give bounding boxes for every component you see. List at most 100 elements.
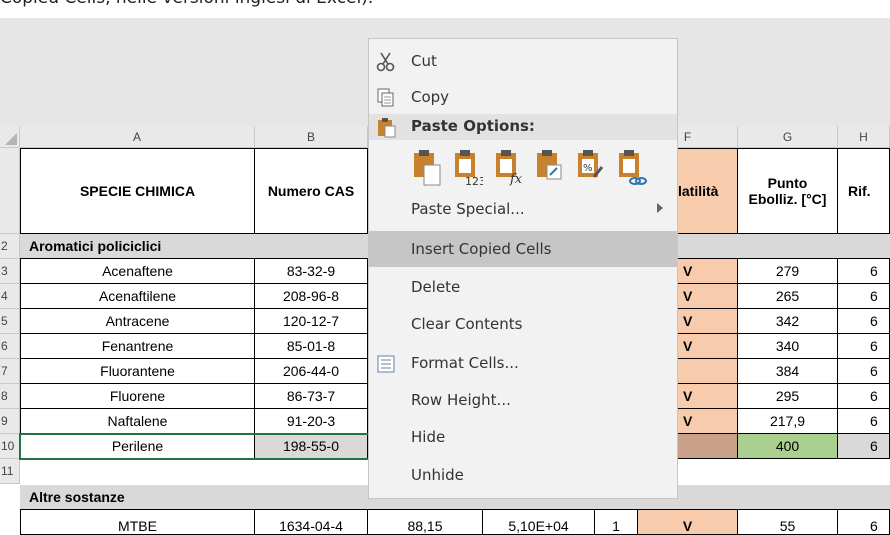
cell-cas[interactable]: 85-01-8 <box>255 334 368 359</box>
menu-item-insert-copied-cells[interactable]: Insert Copied Cells <box>369 231 677 267</box>
cell-boiling[interactable]: 55 <box>738 510 838 535</box>
row-header-10[interactable]: 10 <box>0 434 20 459</box>
cell-rif[interactable]: 6 <box>838 284 890 309</box>
cell-cas[interactable]: 206-44-0 <box>255 359 368 384</box>
svg-text:fx: fx <box>509 172 523 187</box>
menu-label-format-cells: Format Cells... <box>411 354 519 372</box>
menu-item-copy[interactable]: Copy <box>369 79 677 115</box>
paste-options-header: Paste Options: <box>369 114 677 140</box>
cell-name[interactable]: Fluorene <box>20 384 255 409</box>
cell-rif-text: 6 <box>870 518 878 534</box>
paste-icon[interactable] <box>412 147 442 187</box>
header-rif[interactable]: Rif. <box>838 148 890 234</box>
row-header-8[interactable]: 8 <box>0 384 20 409</box>
menu-label-copy: Copy <box>411 88 450 106</box>
column-header-a[interactable]: A <box>20 126 255 148</box>
cell-d[interactable]: 5,10E+04 <box>483 510 595 535</box>
copy-icon <box>375 87 397 109</box>
cell-name[interactable]: Fenantrene <box>20 334 255 359</box>
cell-boiling[interactable]: 342 <box>738 309 838 334</box>
cell-name[interactable]: Antracene <box>20 309 255 334</box>
cell-volatility[interactable]: V <box>638 510 738 535</box>
menu-label-insert-copied-cells: Insert Copied Cells <box>411 240 552 258</box>
cell-cas[interactable]: 1634-04-4 <box>255 510 368 535</box>
cell-rif-selected[interactable]: 6 <box>838 434 890 459</box>
row-header-3[interactable]: 3 <box>0 259 20 284</box>
menu-label-paste-special: Paste Special... <box>411 200 525 218</box>
cell-cas[interactable]: 86-73-7 <box>255 384 368 409</box>
menu-item-cut[interactable]: Cut <box>369 43 677 79</box>
menu-label-hide: Hide <box>411 428 446 446</box>
cell-rif[interactable]: 6 <box>838 334 890 359</box>
cell-name-text: MTBE <box>118 518 157 534</box>
select-all-corner[interactable] <box>0 126 20 148</box>
clipboard-icon <box>375 116 397 138</box>
cell-boiling[interactable]: 217,9 <box>738 409 838 434</box>
cell-c[interactable]: 88,15 <box>368 510 483 535</box>
cell-rif[interactable]: 6 <box>838 384 890 409</box>
menu-item-unhide[interactable]: Unhide <box>369 457 677 493</box>
scissors-icon <box>375 51 397 73</box>
paste-link-icon[interactable] <box>617 147 647 187</box>
row-header-7[interactable]: 7 <box>0 359 20 384</box>
cell-d-text: 5,10E+04 <box>508 518 569 534</box>
row-header-5[interactable]: 5 <box>0 309 20 334</box>
header-specie-chimica[interactable]: SPECIE CHIMICA <box>20 148 255 234</box>
row-header-1[interactable] <box>0 148 20 234</box>
menu-label-row-height: Row Height... <box>411 391 511 409</box>
cell-name[interactable]: Naftalene <box>20 409 255 434</box>
paste-formatting-icon[interactable]: % <box>576 147 606 187</box>
cell-boiling[interactable]: 279 <box>738 259 838 284</box>
menu-label-clear-contents: Clear Contents <box>411 315 523 333</box>
intro-text: Copied Cells, nelle versioni inglesi di … <box>0 0 890 18</box>
paste-values-icon[interactable]: 123 <box>453 147 486 188</box>
cell-name[interactable]: Acenaftene <box>20 259 255 284</box>
row-header-6[interactable]: 6 <box>0 334 20 359</box>
column-header-g[interactable]: G <box>738 126 838 148</box>
menu-item-row-height[interactable]: Row Height... <box>369 382 677 418</box>
menu-item-paste-special[interactable]: Paste Special... <box>369 191 677 227</box>
cell-e-text: 1 <box>612 518 620 534</box>
cell-boiling[interactable]: 384 <box>738 359 838 384</box>
section-aromatici-label: Aromatici policiclici <box>29 238 162 254</box>
cell-cas[interactable]: 120-12-7 <box>255 309 368 334</box>
menu-item-delete[interactable]: Delete <box>369 269 677 305</box>
chevron-right-icon <box>657 203 663 213</box>
menu-item-clear-contents[interactable]: Clear Contents <box>369 306 677 342</box>
cell-name[interactable]: Acenaftilene <box>20 284 255 309</box>
cell-c-text: 88,15 <box>407 518 443 534</box>
context-menu: Cut Copy Paste Options: 123 fx % Paste S… <box>368 38 678 499</box>
column-header-b[interactable]: B <box>255 126 368 148</box>
cell-rif[interactable]: 6 <box>838 259 890 284</box>
cell-cas-text: 1634-04-4 <box>279 518 343 534</box>
cell-rif[interactable]: 6 <box>838 510 890 535</box>
cell-name[interactable]: MTBE <box>20 510 255 535</box>
cell-boiling[interactable]: 340 <box>738 334 838 359</box>
cell-cas[interactable]: 83-32-9 <box>255 259 368 284</box>
svg-text:123: 123 <box>465 175 483 187</box>
cell-e[interactable]: 1 <box>595 510 638 535</box>
cell-boiling[interactable]: 265 <box>738 284 838 309</box>
row-header-9[interactable]: 9 <box>0 409 20 434</box>
cell-name[interactable]: Fluorantene <box>20 359 255 384</box>
cell-rif[interactable]: 6 <box>838 359 890 384</box>
cell-rif[interactable]: 6 <box>838 309 890 334</box>
cell-rif[interactable]: 6 <box>838 409 890 434</box>
cell-volatility-text: V <box>682 518 693 534</box>
row-header-11[interactable]: 11 <box>0 459 20 484</box>
cell-cas[interactable]: 208-96-8 <box>255 284 368 309</box>
selection-outline <box>19 433 371 460</box>
row-header-2[interactable]: 2 <box>0 234 20 259</box>
menu-item-format-cells[interactable]: Format Cells... <box>369 345 677 381</box>
section-altre-label: Altre sostanze <box>29 489 125 505</box>
menu-item-hide[interactable]: Hide <box>369 419 677 455</box>
row-header-4[interactable]: 4 <box>0 284 20 309</box>
paste-formulas-icon[interactable]: fx <box>494 147 524 187</box>
cell-boiling[interactable]: 295 <box>738 384 838 409</box>
header-punto-ebolliz[interactable]: Punto Ebolliz. [°C] <box>738 148 838 234</box>
cell-cas[interactable]: 91-20-3 <box>255 409 368 434</box>
paste-transpose-icon[interactable] <box>535 147 565 187</box>
cell-boiling-selected[interactable]: 400 <box>738 434 838 459</box>
header-numero-cas[interactable]: Numero CAS <box>255 148 368 234</box>
column-header-h[interactable]: H <box>838 126 890 148</box>
